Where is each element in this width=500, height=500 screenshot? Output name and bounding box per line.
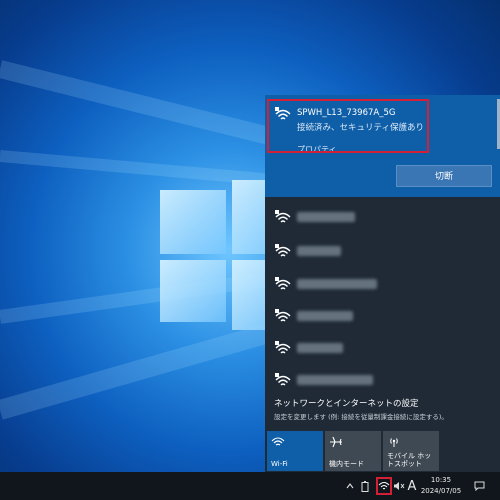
network-list-item[interactable] — [265, 202, 500, 234]
show-hidden-icons-chevron-icon[interactable] — [344, 472, 356, 500]
network-name-redacted — [297, 311, 353, 321]
network-list-item[interactable] — [265, 301, 500, 333]
hotspot-icon — [390, 438, 398, 447]
wifi-icon — [271, 437, 285, 446]
ime-indicator[interactable]: A — [405, 472, 419, 500]
wifi-toggle-label: Wi-Fi — [271, 460, 288, 468]
network-name-redacted — [297, 343, 343, 353]
battery-icon[interactable] — [359, 472, 371, 500]
network-list-item[interactable] — [265, 269, 500, 301]
mobile-hotspot-toggle[interactable]: モバイル ホットスポット — [383, 431, 439, 471]
airplane-icon — [330, 436, 342, 448]
light-ray — [0, 317, 292, 420]
clock-date: 2024/07/05 — [420, 487, 462, 495]
volume-muted-icon[interactable] — [393, 472, 405, 500]
wifi-toggle[interactable]: Wi-Fi — [267, 431, 323, 471]
secured-wifi-icon — [275, 373, 291, 386]
network-name-redacted — [297, 212, 355, 222]
network-settings-description: 設定を変更します (例: 接続を従量制課金接続に設定する)。 — [274, 413, 448, 421]
network-settings-link[interactable]: ネットワークとインターネットの設定 — [274, 397, 419, 409]
network-flyout: SPWH_L13_73967A_5G 接続済み、セキュリティ保護あり プロパティ… — [265, 95, 500, 472]
red-highlight-box — [267, 99, 429, 153]
mobile-hotspot-label: モバイル ホットスポット — [387, 452, 432, 468]
disconnect-button[interactable]: 切断 — [396, 165, 492, 187]
network-name-redacted — [297, 375, 373, 385]
light-ray — [0, 60, 294, 151]
airplane-mode-label: 機内モード — [329, 460, 364, 468]
secured-wifi-icon — [275, 210, 291, 223]
taskbar: A 10:35 2024/07/05 — [0, 472, 500, 500]
network-list-item[interactable] — [265, 236, 500, 268]
secured-wifi-icon — [275, 244, 291, 257]
airplane-mode-toggle[interactable]: 機内モード — [325, 431, 381, 471]
network-name-redacted — [297, 279, 377, 289]
notification-center-icon[interactable] — [472, 472, 486, 500]
secured-wifi-icon — [275, 341, 291, 354]
network-name-redacted — [297, 246, 341, 256]
secured-wifi-icon — [275, 277, 291, 290]
network-list-item[interactable] — [265, 333, 500, 365]
clock[interactable]: 10:35 2024/07/05 — [418, 475, 464, 497]
network-list-item[interactable] — [265, 365, 500, 397]
secured-wifi-icon — [275, 309, 291, 322]
clock-time: 10:35 — [430, 476, 452, 484]
red-highlight-box — [376, 477, 392, 495]
connected-network-panel[interactable]: SPWH_L13_73967A_5G 接続済み、セキュリティ保護あり プロパティ… — [265, 95, 500, 197]
